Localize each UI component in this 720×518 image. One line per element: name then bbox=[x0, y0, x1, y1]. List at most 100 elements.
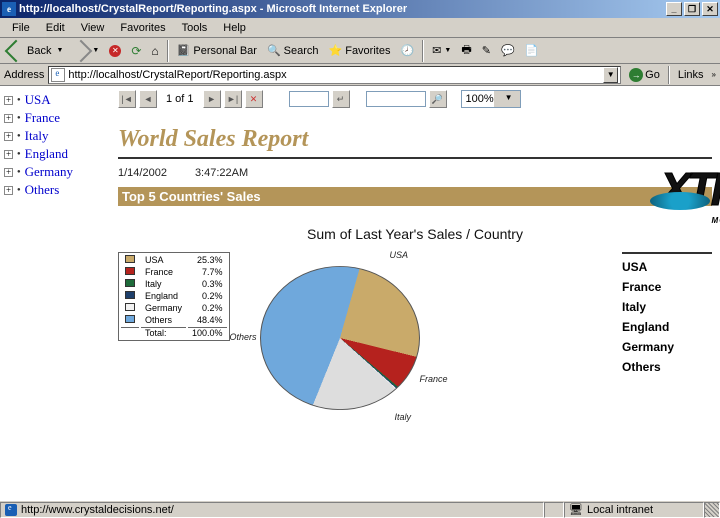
menu-file[interactable]: File bbox=[4, 20, 38, 36]
legend-total-row: Total:100.0% bbox=[121, 327, 227, 338]
report-time: 3:47:22AM bbox=[195, 167, 248, 179]
stop-button[interactable]: ✕ bbox=[105, 40, 125, 62]
goto-page-button[interactable]: ↵ bbox=[332, 90, 350, 108]
country-list-item: USA bbox=[622, 260, 712, 274]
discuss-button[interactable]: 💬 bbox=[497, 40, 519, 62]
minimize-button[interactable]: _ bbox=[666, 2, 682, 16]
tree-item-italy[interactable]: +●Italy bbox=[4, 128, 106, 144]
close-button[interactable]: ✕ bbox=[702, 2, 718, 16]
edit-button[interactable]: ✎ bbox=[478, 40, 495, 62]
tree-item-england[interactable]: +●England bbox=[4, 146, 106, 162]
prev-page-button[interactable]: ◄ bbox=[139, 90, 157, 108]
mail-button[interactable]: ✉▼ bbox=[428, 40, 455, 62]
tree-item-usa[interactable]: +●USA bbox=[4, 92, 106, 108]
history-button[interactable]: 🕗 bbox=[396, 40, 418, 62]
status-bar: http://www.crystaldecisions.net/ 🖥 Local… bbox=[0, 500, 720, 518]
window-title: http://localhost/CrystalReport/Reporting… bbox=[19, 3, 666, 15]
back-button[interactable]: Back▼ bbox=[4, 40, 67, 62]
personal-bar-button[interactable]: 📓Personal Bar bbox=[173, 40, 261, 62]
ie-icon: e bbox=[2, 2, 16, 16]
chart-title: Sum of Last Year's Sales / Country bbox=[118, 226, 712, 242]
legend-row: France7.7% bbox=[121, 267, 227, 277]
report-date: 1/14/2002 bbox=[118, 167, 167, 179]
address-url[interactable]: http://localhost/CrystalReport/Reporting… bbox=[68, 69, 603, 81]
tree-panel: +●USA +●France +●Italy +●England +●Germany +●… bbox=[0, 86, 110, 500]
favorites-button[interactable]: ⭐Favorites bbox=[325, 40, 395, 62]
personal-bar-icon: 📓 bbox=[177, 44, 191, 57]
menu-help[interactable]: Help bbox=[215, 20, 254, 36]
tree-item-germany[interactable]: +●Germany bbox=[4, 164, 106, 180]
stop-load-button[interactable]: ✕ bbox=[245, 90, 263, 108]
expand-icon[interactable]: + bbox=[4, 150, 13, 159]
address-bar: Address http://localhost/CrystalReport/R… bbox=[0, 64, 720, 86]
expand-icon[interactable]: + bbox=[4, 132, 13, 141]
section-band: Top 5 Countries' Sales bbox=[118, 187, 712, 206]
country-list-item: Italy bbox=[622, 300, 712, 314]
zoom-select[interactable]: 100%▼ bbox=[461, 90, 521, 108]
last-page-button[interactable]: ►| bbox=[224, 90, 242, 108]
stop-icon: ✕ bbox=[109, 45, 121, 57]
report-body: XTR MOUN World Sales Report 1/14/2002 3:… bbox=[110, 126, 720, 442]
related-button[interactable]: 📄 bbox=[521, 40, 543, 62]
go-icon: → bbox=[629, 68, 643, 82]
ie-status-icon bbox=[5, 504, 17, 516]
report-title: World Sales Report bbox=[118, 126, 712, 153]
expand-icon[interactable]: + bbox=[4, 186, 13, 195]
tree-item-france[interactable]: +●France bbox=[4, 110, 106, 126]
edit-icon: ✎ bbox=[482, 44, 491, 57]
resize-grip[interactable] bbox=[704, 502, 720, 518]
pie-label: USA bbox=[390, 250, 409, 260]
country-list-item: Germany bbox=[622, 340, 712, 354]
pie-label: Others bbox=[230, 332, 257, 342]
pie-chart: USAFranceItalyOthers bbox=[240, 252, 460, 442]
titlebar: e http://localhost/CrystalReport/Reporti… bbox=[0, 0, 720, 18]
country-list: USA France Italy England Germany Others bbox=[622, 252, 712, 380]
forward-button[interactable]: ▼ bbox=[69, 40, 103, 62]
toolbar: Back▼ ▼ ✕ ⟳ ⌂ 📓Personal Bar 🔍Search ⭐Fav… bbox=[0, 38, 720, 64]
expand-icon[interactable]: + bbox=[4, 114, 13, 123]
country-list-item: Others bbox=[622, 360, 712, 374]
print-icon: 🖶 bbox=[461, 41, 471, 60]
report-panel: |◄ ◄ 1 of 1 ► ►| ✕ ↵ 🔎 100%▼ XTR MOUN Wo… bbox=[110, 86, 720, 500]
legend-table: USA25.3%France7.7%Italy0.3%England0.2%Ge… bbox=[118, 252, 230, 341]
legend-row: Germany0.2% bbox=[121, 303, 227, 313]
next-page-button[interactable]: ► bbox=[203, 90, 221, 108]
address-dropdown[interactable]: ▼ bbox=[603, 67, 618, 83]
legend-row: USA25.3% bbox=[121, 255, 227, 265]
status-url: http://www.crystaldecisions.net/ bbox=[21, 504, 174, 516]
legend-row: Others48.4% bbox=[121, 315, 227, 325]
page-icon bbox=[51, 68, 65, 82]
menu-favorites[interactable]: Favorites bbox=[112, 20, 173, 36]
refresh-icon: ⟳ bbox=[131, 44, 141, 58]
pie-label: France bbox=[420, 374, 448, 384]
home-button[interactable]: ⌂ bbox=[147, 40, 162, 62]
goto-page-input[interactable] bbox=[289, 91, 329, 107]
expand-icon[interactable]: + bbox=[4, 96, 13, 105]
refresh-button[interactable]: ⟳ bbox=[127, 40, 145, 62]
menu-view[interactable]: View bbox=[73, 20, 113, 36]
favorites-icon: ⭐ bbox=[329, 44, 343, 57]
maximize-button[interactable]: ❐ bbox=[684, 2, 700, 16]
links-label[interactable]: Links bbox=[674, 69, 708, 81]
report-toolbar: |◄ ◄ 1 of 1 ► ►| ✕ ↵ 🔎 100%▼ bbox=[110, 86, 720, 112]
menu-tools[interactable]: Tools bbox=[174, 20, 216, 36]
first-page-button[interactable]: |◄ bbox=[118, 90, 136, 108]
go-button[interactable]: →Go bbox=[625, 65, 664, 85]
status-url-cell: http://www.crystaldecisions.net/ bbox=[0, 502, 544, 518]
search-button[interactable]: 🔍Search bbox=[263, 40, 323, 62]
expand-icon[interactable]: + bbox=[4, 168, 13, 177]
address-box[interactable]: http://localhost/CrystalReport/Reporting… bbox=[48, 66, 621, 84]
search-text-input[interactable] bbox=[366, 91, 426, 107]
menubar: File Edit View Favorites Tools Help bbox=[0, 18, 720, 38]
history-icon: 🕗 bbox=[400, 44, 414, 57]
country-list-item: England bbox=[622, 320, 712, 334]
find-button[interactable]: 🔎 bbox=[429, 90, 447, 108]
print-button[interactable]: 🖶 bbox=[457, 40, 475, 62]
legend-row: Italy0.3% bbox=[121, 279, 227, 289]
tree-item-others[interactable]: +●Others bbox=[4, 182, 106, 198]
menu-edit[interactable]: Edit bbox=[38, 20, 73, 36]
page-indicator: 1 of 1 bbox=[160, 93, 200, 105]
country-list-item: France bbox=[622, 280, 712, 294]
content-area: +●USA +●France +●Italy +●England +●Germany +●… bbox=[0, 86, 720, 500]
logo: XTR MOUN bbox=[660, 162, 720, 225]
